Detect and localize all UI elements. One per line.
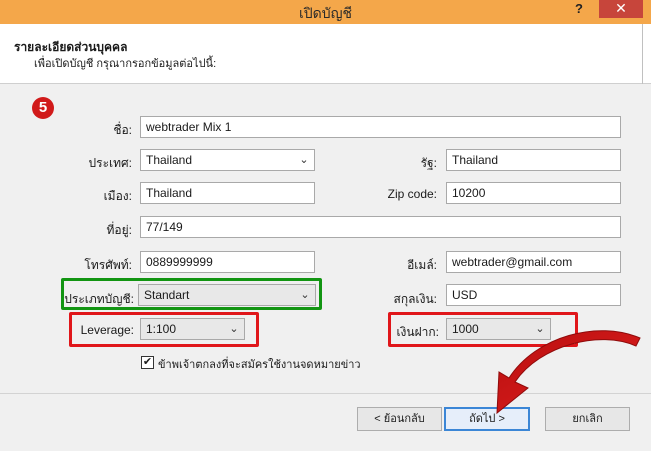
country-label: ประเทศ: bbox=[88, 156, 132, 170]
account-type-label: ประเภทบัญชี: bbox=[64, 292, 134, 306]
deposit-select[interactable]: 1000 ⌄ bbox=[446, 318, 551, 340]
title-bar: เปิดบัญชี ? ✕ bbox=[0, 0, 651, 24]
leverage-value: 1:100 bbox=[146, 322, 177, 336]
city-label: เมือง: bbox=[103, 189, 132, 203]
footer-divider bbox=[0, 393, 651, 394]
close-button[interactable]: ✕ bbox=[599, 0, 643, 18]
zip-field[interactable]: 10200 bbox=[446, 182, 621, 204]
city-field[interactable]: Thailand bbox=[140, 182, 315, 204]
dialog-header: รายละเอียดส่วนบุคคล เพื่อเปิดบัญชี กรุณา… bbox=[0, 24, 651, 84]
zip-label: Zip code: bbox=[387, 187, 437, 201]
newsletter-checkbox[interactable]: ✔ bbox=[141, 356, 154, 369]
next-button[interactable]: ถัดไป > bbox=[444, 407, 530, 431]
cancel-button[interactable]: ยกเลิก bbox=[545, 407, 630, 431]
state-label: รัฐ: bbox=[420, 156, 437, 170]
deposit-value: 1000 bbox=[452, 322, 479, 336]
name-label: ชื่อ: bbox=[113, 123, 132, 137]
email-field[interactable]: webtrader@gmail.com bbox=[446, 251, 621, 273]
chevron-down-icon: ⌄ bbox=[229, 323, 239, 335]
help-button[interactable]: ? bbox=[569, 0, 589, 18]
country-value: Thailand bbox=[146, 153, 193, 167]
newsletter-label: ข้าพเจ้าตกลงที่จะสมัครใช้งานจดหมายข่าว bbox=[158, 359, 361, 371]
back-button[interactable]: < ย้อนกลับ bbox=[357, 407, 442, 431]
chevron-down-icon: ⌄ bbox=[535, 323, 545, 335]
step-number-badge: 5 bbox=[32, 97, 54, 119]
phone-field[interactable]: 0889999999 bbox=[140, 251, 315, 273]
currency-field[interactable]: USD bbox=[446, 284, 621, 306]
name-field[interactable]: webtrader Mix 1 bbox=[140, 116, 621, 138]
deposit-label: เงินฝาก: bbox=[396, 325, 439, 339]
currency-label: สกุลเงิน: bbox=[393, 292, 437, 306]
open-account-dialog: เปิดบัญชี ? ✕ รายละเอียดส่วนบุคคล เพื่อเ… bbox=[0, 0, 651, 451]
header-divider bbox=[642, 24, 643, 84]
country-select[interactable]: Thailand ⌄ bbox=[140, 149, 315, 171]
window-title: เปิดบัญชี bbox=[298, 5, 353, 21]
address-label: ที่อยู่: bbox=[106, 223, 132, 237]
leverage-label: Leverage: bbox=[80, 323, 134, 337]
address-field[interactable]: 77/149 bbox=[140, 216, 621, 238]
email-label: อีเมล์: bbox=[407, 258, 437, 272]
leverage-select[interactable]: 1:100 ⌄ bbox=[140, 318, 245, 340]
chevron-down-icon: ⌄ bbox=[300, 289, 310, 301]
account-type-select[interactable]: Standart ⌄ bbox=[138, 284, 316, 306]
phone-label: โทรศัพท์: bbox=[84, 258, 132, 272]
state-field[interactable]: Thailand bbox=[446, 149, 621, 171]
chevron-down-icon: ⌄ bbox=[299, 154, 309, 166]
account-type-value: Standart bbox=[144, 288, 190, 302]
header-subtitle: เพื่อเปิดบัญชี กรุณากรอกข้อมูลต่อไปนี้: bbox=[34, 58, 217, 70]
